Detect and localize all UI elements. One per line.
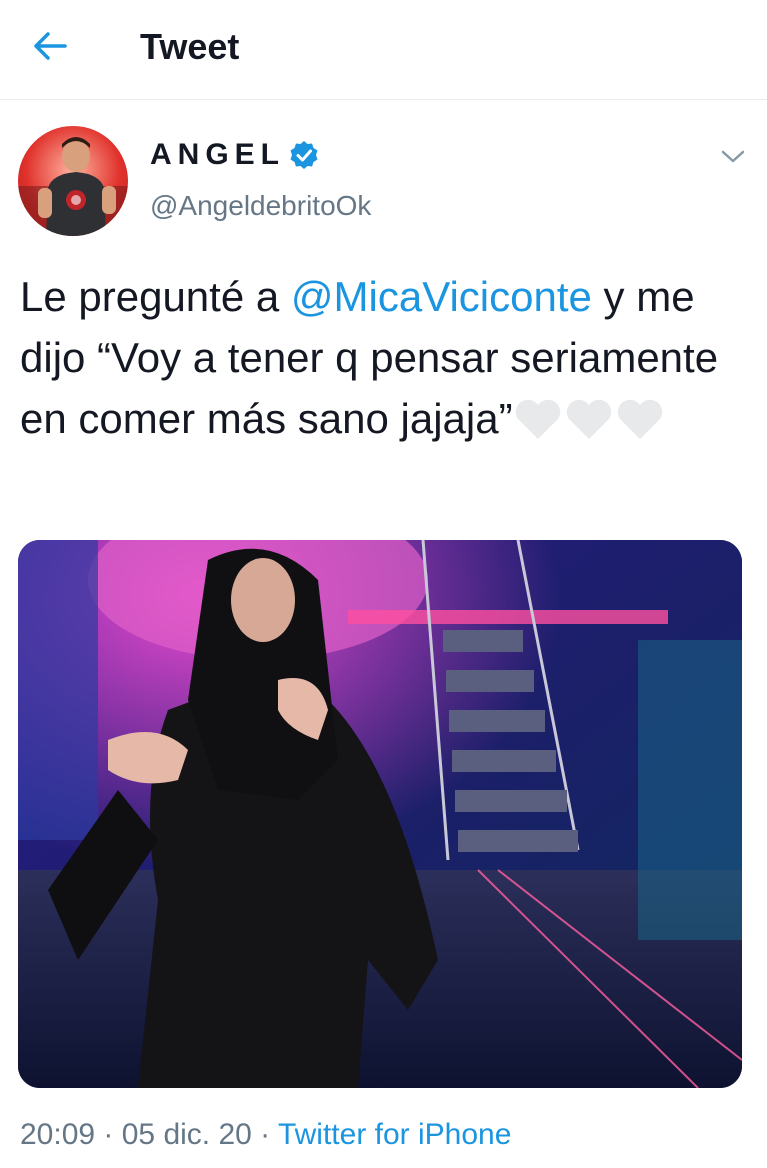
author-name-row[interactable]: ANGEL bbox=[150, 138, 319, 172]
top-bar: Tweet bbox=[0, 0, 767, 100]
back-arrow-icon bbox=[34, 32, 67, 60]
white-heart-icon bbox=[617, 399, 662, 439]
separator: · bbox=[95, 1118, 122, 1151]
tweet-date[interactable]: 05 dic. 20 bbox=[122, 1118, 252, 1151]
white-heart-icon bbox=[515, 399, 560, 439]
separator: · bbox=[251, 1118, 278, 1151]
author-handle[interactable]: @AngeldebritoOk bbox=[150, 190, 371, 222]
white-heart-icon bbox=[566, 399, 611, 439]
chevron-down-icon[interactable] bbox=[718, 144, 748, 168]
hearts-emoji bbox=[513, 393, 663, 459]
verified-badge-icon bbox=[290, 141, 318, 169]
avatar-image bbox=[18, 137, 128, 236]
tweet-metadata: 20:09 · 05 dic. 20 · Twitter for iPhone bbox=[20, 1118, 511, 1152]
mention-link[interactable]: @MicaViciconte bbox=[291, 273, 592, 320]
author-name: ANGEL bbox=[150, 138, 285, 171]
photo-image bbox=[18, 540, 742, 1088]
tweet-time[interactable]: 20:09 bbox=[20, 1118, 95, 1151]
tweet-text: Le pregunté a @MicaViciconte y me dijo “… bbox=[20, 266, 750, 459]
avatar[interactable] bbox=[18, 126, 128, 236]
back-button[interactable] bbox=[30, 26, 70, 66]
tweet-text-start: Le pregunté a bbox=[20, 273, 291, 320]
tweet-source-link[interactable]: Twitter for iPhone bbox=[278, 1118, 511, 1151]
page-title: Tweet bbox=[140, 26, 240, 67]
tweet-photo[interactable] bbox=[18, 540, 742, 1088]
